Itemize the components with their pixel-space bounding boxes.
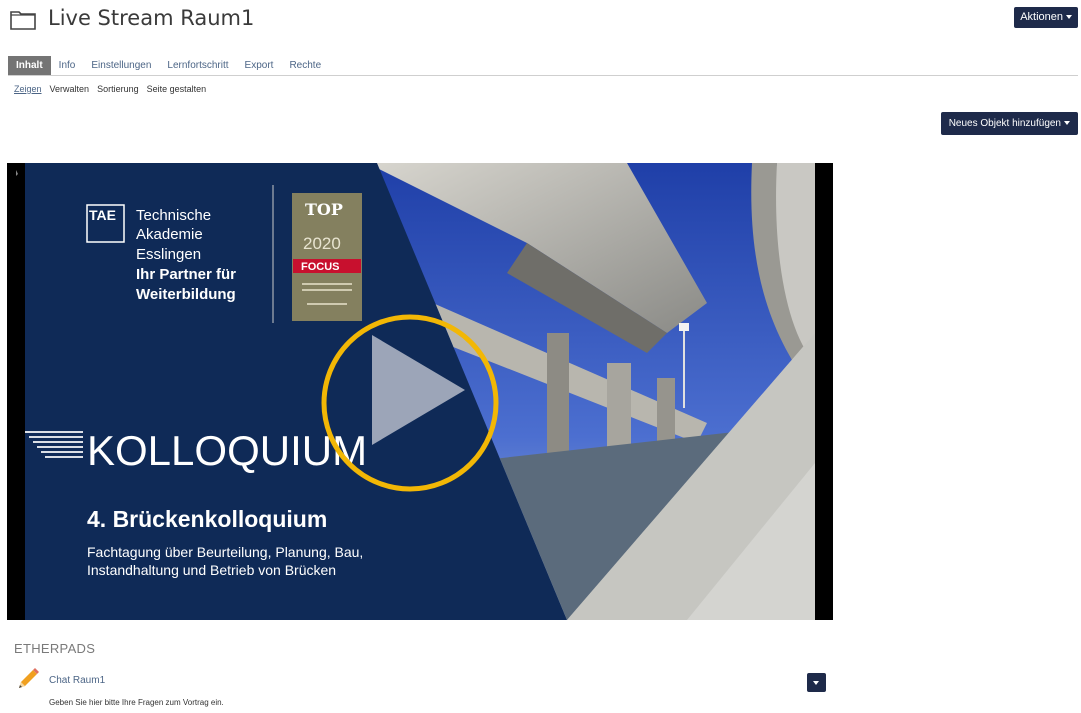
- tab-export[interactable]: Export: [237, 56, 282, 76]
- subtab-sortierung[interactable]: Sortierung: [97, 84, 139, 94]
- actions-button-label: Aktionen: [1020, 11, 1063, 23]
- add-object-button[interactable]: Neues Objekt hinzufügen: [940, 112, 1078, 135]
- page-header: Live Stream Raum1 Aktionen: [0, 0, 1081, 40]
- tagline-1: Ihr Partner für: [136, 266, 236, 283]
- org-line-1: Technische: [136, 207, 211, 224]
- folder-icon: [10, 11, 36, 30]
- tab-info[interactable]: Info: [51, 56, 84, 76]
- subtab-zeigen[interactable]: Zeigen: [14, 84, 42, 94]
- tab-lernfortschritt[interactable]: Lernfortschritt: [159, 56, 236, 76]
- badge-top: TOP: [305, 200, 343, 219]
- badge-year: 2020: [303, 234, 341, 253]
- tabs-divider: [8, 75, 1078, 76]
- sub-tabs: Zeigen Verwalten Sortierung Seite gestal…: [14, 84, 206, 94]
- chevron-down-icon: [1066, 15, 1072, 20]
- event-title: 4. Brückenkolloquium: [87, 506, 327, 532]
- pencil-icon: [19, 668, 39, 688]
- main-tabs: Inhalt Info Einstellungen Lernfortschrit…: [8, 56, 329, 76]
- etherpad-item-title[interactable]: Chat Raum1: [49, 675, 105, 686]
- chevron-down-icon: [813, 681, 819, 685]
- add-object-button-label: Neues Objekt hinzufügen: [948, 118, 1061, 129]
- badge-brand: FOCUS: [301, 261, 340, 273]
- tab-einstellungen[interactable]: Einstellungen: [83, 56, 159, 76]
- subtab-verwalten[interactable]: Verwalten: [50, 84, 90, 94]
- etherpad-item-actions-button[interactable]: [807, 673, 826, 692]
- etherpads-section-title: ETHERPADS: [14, 641, 96, 656]
- tab-inhalt[interactable]: Inhalt: [8, 56, 51, 76]
- event-subtitle-2: Instandhaltung und Betrieb von Brücken: [87, 562, 336, 578]
- tagline-2: Weiterbildung: [136, 286, 236, 303]
- actions-button[interactable]: Aktionen: [1014, 7, 1078, 28]
- etherpad-item-description: Geben Sie hier bitte Ihre Fragen zum Vor…: [49, 698, 224, 707]
- org-line-2: Akademie: [136, 226, 203, 243]
- focus-badge: TOP 2020 FOCUS: [292, 193, 362, 321]
- page-title: Live Stream Raum1: [48, 6, 255, 30]
- event-label: KOLLOQUIUM: [87, 427, 367, 474]
- subtab-seite-gestalten[interactable]: Seite gestalten: [147, 84, 207, 94]
- org-line-3: Esslingen: [136, 246, 201, 263]
- logo-abbr: TAE: [89, 207, 116, 223]
- event-subtitle-1: Fachtagung über Beurteilung, Planung, Ba…: [87, 544, 363, 560]
- chevron-down-icon: [1064, 121, 1070, 126]
- video-player[interactable]: TAE Technische Akademie Esslingen Ihr Pa…: [7, 163, 833, 620]
- video-frame: TAE Technische Akademie Esslingen Ihr Pa…: [7, 163, 833, 620]
- tab-rechte[interactable]: Rechte: [281, 56, 329, 76]
